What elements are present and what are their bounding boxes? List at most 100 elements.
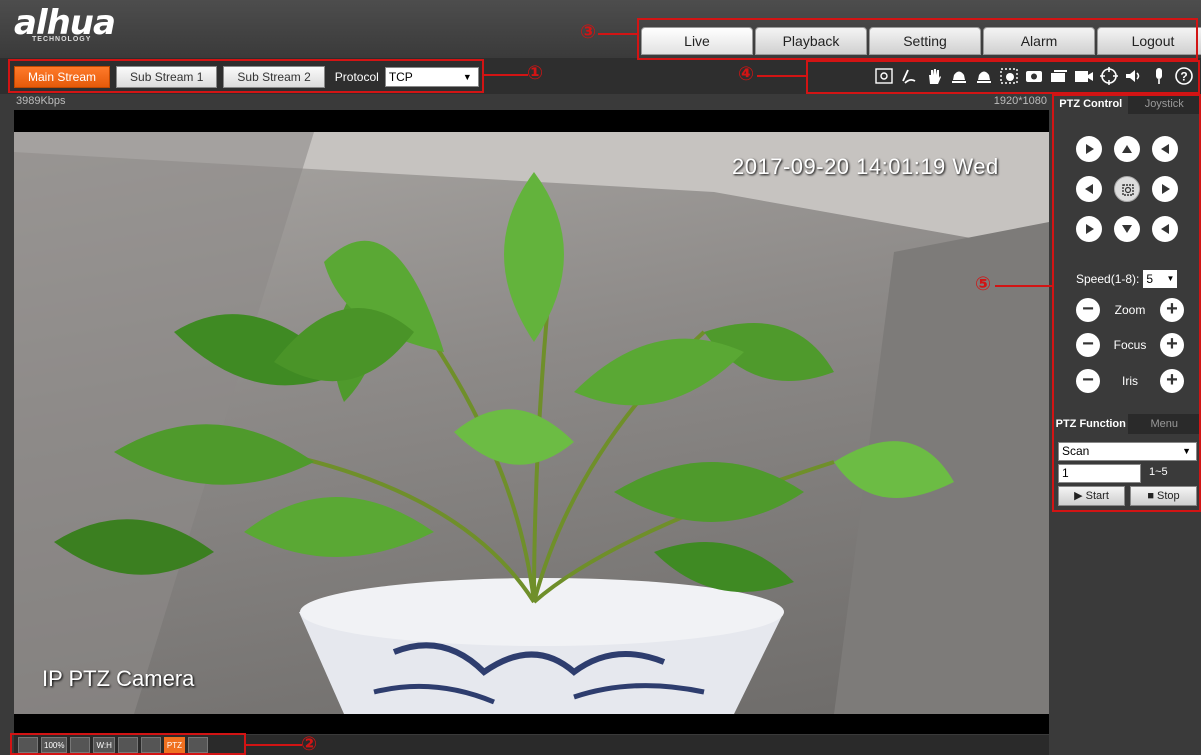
- zoom-in-button[interactable]: +: [1160, 298, 1184, 322]
- protocol-label: Protocol: [334, 70, 379, 84]
- video-info-strip: 3989Kbps 1920*1080: [14, 94, 1049, 110]
- microphone-icon[interactable]: [1148, 65, 1170, 87]
- resolution-readout: 1920*1080: [993, 95, 1047, 107]
- crosshair-icon[interactable]: [1098, 65, 1120, 87]
- tab-live[interactable]: Live: [641, 27, 753, 55]
- toolbar-row: Main Stream Sub Stream 1 Sub Stream 2 Pr…: [0, 58, 1201, 94]
- annotation-line-4: [757, 75, 807, 77]
- zoom-100-icon[interactable]: 100%: [41, 737, 68, 753]
- annotation-number-2: ②: [301, 734, 318, 755]
- region-focus-icon[interactable]: [873, 65, 895, 87]
- osd-camera-title: IP PTZ Camera: [42, 666, 195, 691]
- pan-up-left-button[interactable]: [1076, 136, 1102, 162]
- zoom-region-icon[interactable]: [998, 65, 1020, 87]
- pan-right-button[interactable]: [1152, 176, 1178, 202]
- rules-icon[interactable]: [140, 737, 161, 753]
- ptz-function-body: Scan ▼ 1 1~5 ▶ Start ■ Stop: [1054, 434, 1201, 510]
- tab-ptz-function[interactable]: PTZ Function: [1054, 414, 1128, 434]
- ptz-function-tabs: PTZ Function Menu: [1054, 414, 1201, 434]
- function-range-label: 1~5: [1149, 466, 1168, 478]
- tab-alarm[interactable]: Alarm: [983, 27, 1095, 55]
- dahua-logo: alhua TECHNOLOGY: [14, 3, 116, 43]
- function-number-input[interactable]: 1: [1058, 464, 1141, 483]
- logo-brand: alhua: [14, 3, 116, 43]
- iris-row: − Iris +: [1076, 368, 1184, 394]
- plant-scene: [14, 132, 1049, 714]
- annotation-line-1: [484, 74, 528, 76]
- focus-row: − Focus +: [1076, 332, 1184, 358]
- stop-button[interactable]: ■ Stop: [1130, 486, 1197, 506]
- dropdown-arrow-icon: ▼: [462, 72, 472, 82]
- speaker-icon[interactable]: [1123, 65, 1145, 87]
- iris-close-button[interactable]: −: [1076, 369, 1100, 393]
- tab-logout[interactable]: Logout: [1097, 27, 1201, 55]
- tilt-down-button[interactable]: [1114, 216, 1140, 242]
- annotation-number-1: ①: [527, 63, 544, 84]
- speed-row: Speed(1-8): 5 ▼: [1076, 270, 1178, 288]
- draw-icon[interactable]: [898, 65, 920, 87]
- annotation-line-2: [246, 744, 302, 746]
- annotation-line-5: [995, 285, 1053, 287]
- start-button[interactable]: ▶ Start: [1058, 486, 1125, 506]
- tab-joystick[interactable]: Joystick: [1127, 94, 1201, 114]
- tab-playback[interactable]: Playback: [755, 27, 867, 55]
- speed-value: 5: [1146, 272, 1154, 286]
- iris-label: Iris: [1122, 374, 1138, 388]
- focus-near-button[interactable]: −: [1076, 333, 1100, 357]
- ptz-panel: PTZ Control Joystick Speed(1-8): 5 ▼ − Z…: [1054, 94, 1201, 510]
- zoom-row: − Zoom +: [1076, 297, 1184, 323]
- direction-pad: [1076, 136, 1180, 242]
- function-select[interactable]: Scan ▼: [1058, 442, 1197, 461]
- main-stream-button[interactable]: Main Stream: [14, 66, 111, 88]
- snapshot-icon[interactable]: [1023, 65, 1045, 87]
- iris-open-button[interactable]: +: [1160, 369, 1184, 393]
- bell-icon[interactable]: [948, 65, 970, 87]
- tab-menu[interactable]: Menu: [1127, 414, 1201, 434]
- dropdown-arrow-icon: ▼: [1166, 274, 1175, 283]
- bottom-icons: 100% W:H PTZ: [18, 737, 208, 753]
- tilt-up-button[interactable]: [1114, 136, 1140, 162]
- protocol-select[interactable]: TCP ▼: [384, 67, 479, 87]
- pan-down-right-button[interactable]: [1152, 216, 1178, 242]
- osd-timestamp: 2017-09-20 14:01:19 Wed: [732, 154, 999, 179]
- annotation-number-5: ⑤: [975, 274, 992, 295]
- center-focus-button[interactable]: [1114, 176, 1140, 202]
- header-bar: alhua TECHNOLOGY Live Playback Setting A…: [0, 0, 1201, 58]
- pan-down-left-button[interactable]: [1076, 216, 1102, 242]
- ptz-icon[interactable]: PTZ: [163, 737, 185, 753]
- speed-select[interactable]: 5 ▼: [1143, 270, 1178, 288]
- pan-left-button[interactable]: [1076, 176, 1102, 202]
- dropdown-arrow-icon: ▼: [1182, 446, 1191, 456]
- help-icon[interactable]: ?: [1173, 65, 1195, 87]
- tab-setting[interactable]: Setting: [869, 27, 981, 55]
- hand-icon[interactable]: [923, 65, 945, 87]
- svg-text:?: ?: [1180, 70, 1187, 84]
- zoom-label: Zoom: [1114, 303, 1146, 317]
- video-bottom-bar: 100% W:H PTZ: [14, 735, 1049, 755]
- sub-stream-2-button[interactable]: Sub Stream 2: [223, 66, 325, 88]
- main-nav: Live Playback Setting Alarm Logout: [641, 24, 1201, 58]
- ptz-tabs: PTZ Control Joystick: [1054, 94, 1201, 114]
- fluency-icon[interactable]: [117, 737, 138, 753]
- sub-stream-1-button[interactable]: Sub Stream 1: [116, 66, 218, 88]
- location-icon[interactable]: [187, 737, 208, 753]
- tool-icons: ?: [873, 65, 1195, 87]
- function-value: Scan: [1062, 444, 1090, 458]
- annotation-number-3: ③: [580, 22, 597, 43]
- focus-far-button[interactable]: +: [1160, 333, 1184, 357]
- fit-icon[interactable]: [18, 737, 38, 753]
- speed-label: Speed(1-8):: [1076, 272, 1140, 286]
- fullscreen-icon[interactable]: [70, 737, 91, 753]
- annotation-line-3: [598, 33, 638, 35]
- record-icon[interactable]: [1073, 65, 1095, 87]
- triple-snapshot-icon[interactable]: [1048, 65, 1070, 87]
- camera-feed-image: [14, 132, 1049, 714]
- pan-up-right-button[interactable]: [1152, 136, 1178, 162]
- bitrate-readout: 3989Kbps: [16, 95, 66, 107]
- focus-label: Focus: [1113, 338, 1147, 352]
- live-video[interactable]: 2017-09-20 14:01:19 Wed IP PTZ Camera: [14, 110, 1049, 734]
- zoom-out-button[interactable]: −: [1076, 298, 1100, 322]
- alarm-icon[interactable]: [973, 65, 995, 87]
- aspect-ratio-icon[interactable]: W:H: [93, 737, 115, 753]
- tab-ptz-control[interactable]: PTZ Control: [1054, 94, 1128, 114]
